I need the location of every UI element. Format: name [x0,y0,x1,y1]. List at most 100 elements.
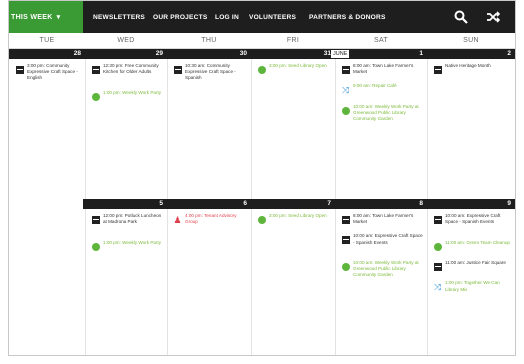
calendar-event[interactable]: 12:00 pm: Potluck Luncheon at Madrona Pa… [91,213,163,225]
calendar-icon [433,216,442,224]
event-icon-wrap [433,63,442,74]
weekday-thu: THU [201,37,217,44]
event-icon-wrap [91,213,100,225]
calendar-icon [341,216,350,224]
event-text: 4:00 pm: Tenant Advisory Group [185,213,237,225]
event-text: 3:00 pm: Seed Library Open [269,213,327,218]
calendar-event[interactable]: 10:00 am: Expressive Craft Space - Spani… [433,213,511,225]
date-number[interactable]: 6 [227,199,247,209]
calendar-event[interactable]: 1:00 pm: Weekly Work Party [91,240,163,251]
calendar-event[interactable]: 11:00 am: Justice Fair Square [433,260,511,271]
calendar-icon [15,66,24,74]
event-text: 1:00 pm: Weekly Work Party [103,239,162,245]
people-icon: ♟ [173,215,182,225]
recycle-dot-icon [91,92,100,101]
month-tag: JUNE [331,50,350,58]
recycle-dot-icon [257,216,266,224]
event-text: 12:00 pm: Potluck Luncheon at Madrona Pa… [103,213,162,225]
calendar-event[interactable]: 3:00 pm: Community Expressive Craft Spac… [15,63,81,82]
week-date-bar [9,49,515,59]
event-text: 3:00 pm: Community Expressive Craft Spac… [27,63,78,81]
event-icon-wrap [433,260,442,271]
calendar-event[interactable]: 3:00 pm: Seed Library Open [257,63,331,74]
calendar-icon [433,263,442,271]
event-text: 3:00 pm: Seed Library Open [269,63,327,68]
chevron-down-icon: ▾ [56,14,61,21]
calendar-event[interactable]: Native Heritage Month [433,63,511,74]
calendar-event[interactable]: 10:00 am: Weekly Work Party at Greenwood… [341,260,423,279]
event-text: 11:00 am: Justice Fair Square [445,260,506,265]
nav-volunteers[interactable]: VOLUNTEERS [249,1,296,33]
column-divider [251,59,252,199]
recycle-dot-icon [341,263,350,271]
calendar-event[interactable]: 12:30 pm: Free Community Kitchen for Old… [91,63,163,75]
event-icon-wrap [433,240,442,251]
date-number[interactable]: 1 [403,49,423,59]
column-divider [427,59,428,199]
nav-log-in[interactable]: LOG IN [215,1,239,33]
recycle-dot-icon [257,66,266,74]
shuffle-icon: ⤨ [433,282,442,293]
nav-our-projects[interactable]: OUR PROJECTS [153,1,207,33]
calendar-icon [91,66,100,74]
recycle-dot-icon [91,242,100,251]
event-text: 10:00 am: Expressive Craft Space - Spani… [445,213,501,225]
column-divider [427,209,428,355]
event-text: 10:00 am: Expressive Craft Space - Spani… [353,233,423,245]
weekday-wed: WED [117,37,135,44]
shuffle-icon: ⤨ [341,85,350,96]
calendar-event[interactable]: 10:30 am: Community Expressive Craft Spa… [173,63,247,82]
event-text: Native Heritage Month [445,63,491,68]
column-divider [335,209,336,355]
nav-partners-donors[interactable]: PARTNERS & DONORS [309,1,386,33]
event-text: 10:00 am: Weekly Work Party at Greenwood… [353,260,419,278]
event-icon-wrap: ⤨ [433,280,442,292]
calendar-icon [173,66,182,74]
calendar-icon [91,216,100,224]
calendar-event[interactable]: ⤨ 1:00 pm: Together We Can Library Mix [433,280,511,292]
column-divider [335,59,336,199]
calendar-event[interactable]: 8:00 am: Town Lake Farmer's Market [341,213,423,225]
date-number[interactable]: 7 [311,199,331,209]
top-nav-bar: THIS WEEK ▾ NEWSLETTERS OUR PROJECTS LOG… [9,1,515,33]
calendar-icon [433,66,442,74]
event-icon-wrap [341,260,350,279]
search-icon[interactable] [451,8,471,26]
weekday-fri: FRI [286,37,300,44]
calendar-event[interactable]: 1:00 pm: Weekly Work Party [91,90,163,101]
nav-newsletters[interactable]: NEWSLETTERS [93,1,145,33]
weekday-tue: TUE [39,37,55,44]
date-number[interactable]: 4 [61,199,81,209]
date-number[interactable]: 28 [61,49,81,59]
calendar-event[interactable]: ⤨ 9:00 am: Repair Café [341,83,423,96]
event-icon-wrap [91,90,100,101]
calendar-icon [341,66,350,74]
calendar-event[interactable]: 8:00 am: Town Lake Farmer's Market [341,63,423,75]
date-number[interactable]: 9 [491,199,511,209]
calendar-app: THIS WEEK ▾ NEWSLETTERS OUR PROJECTS LOG… [8,0,516,356]
weekday-header: TUE WED THU FRI SAT SUN [9,33,515,49]
event-text: 11:00 am: Green Team Cleanup [445,239,510,245]
calendar-icon [341,236,350,245]
calendar-event[interactable]: 11:00 am: Green Team Cleanup [433,240,511,251]
event-icon-wrap [341,213,350,225]
event-text: 10:30 am: Community Expressive Craft Spa… [185,63,236,81]
event-icon-wrap [15,63,24,82]
date-number[interactable]: 5 [143,199,163,209]
date-number[interactable]: 8 [403,199,423,209]
shuffle-icon[interactable] [483,8,503,26]
date-number[interactable]: 30 [227,49,247,59]
date-number[interactable]: 31 [311,49,331,59]
event-text: 1:00 pm: Weekly Work Party [103,89,162,95]
calendar-event[interactable]: 10:00 am: Weekly Work Party at Greenwood… [341,104,423,123]
event-icon-wrap [91,240,100,251]
date-number[interactable]: 2 [491,49,511,59]
date-number[interactable]: 29 [143,49,163,59]
calendar-event[interactable]: ♟ 4:00 pm: Tenant Advisory Group [173,213,247,225]
calendar-event[interactable]: 10:00 am: Expressive Craft Space - Spani… [341,233,423,245]
calendar-event[interactable]: 3:00 pm: Seed Library Open [257,213,331,224]
nav-this-week-label: THIS WEEK [11,13,53,21]
weekday-sun: SUN [463,37,479,44]
event-text: 8:00 am: Town Lake Farmer's Market [353,213,414,225]
nav-this-week[interactable]: THIS WEEK ▾ [9,1,83,33]
